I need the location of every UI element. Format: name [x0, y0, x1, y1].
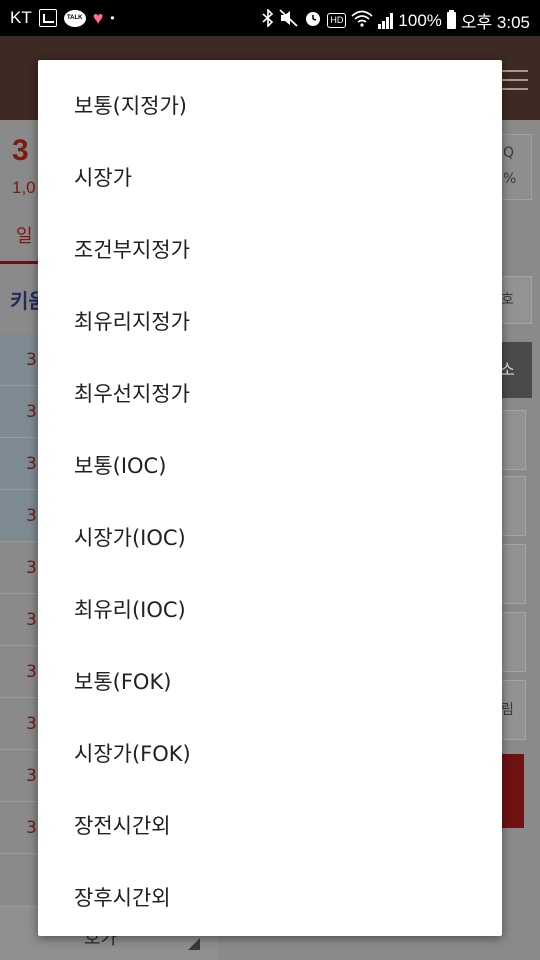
- quote-button[interactable]: 호: [500, 276, 532, 324]
- side-button[interactable]: 림: [500, 680, 526, 740]
- orderbook-row[interactable]: 3: [0, 646, 38, 698]
- chart-app-icon: [38, 9, 57, 27]
- option-top-priority-limit[interactable]: 최우선지정가: [38, 358, 502, 430]
- buy-button[interactable]: [500, 754, 524, 828]
- tab-indicator: [0, 261, 40, 264]
- option-pre-market[interactable]: 장전시간외: [38, 790, 502, 862]
- battery-icon: [446, 10, 456, 29]
- quantity-field[interactable]: [500, 476, 526, 536]
- orderbook-row[interactable]: 3: [0, 594, 38, 646]
- extra-field[interactable]: [500, 612, 526, 672]
- status-bar-left: KT TALK ♥ •: [10, 8, 115, 28]
- option-normal-limit[interactable]: 보통(지정가): [38, 70, 502, 142]
- orderbook-row[interactable]: 3: [0, 698, 38, 750]
- market-info-pct: %: [503, 171, 517, 187]
- tab-daily[interactable]: 일: [16, 222, 33, 248]
- kakaotalk-icon: TALK: [63, 9, 86, 27]
- hd-voice-icon: HD: [327, 13, 347, 28]
- battery-percent: 100%: [398, 10, 442, 30]
- orderbook-row[interactable]: 3: [0, 438, 38, 490]
- option-market-fok[interactable]: 시장가(FOK): [38, 718, 502, 790]
- price-field[interactable]: [500, 544, 526, 604]
- orderbook-row[interactable]: 3: [0, 542, 38, 594]
- wifi-icon: [351, 9, 373, 32]
- orderbook-row[interactable]: 3: [0, 386, 38, 438]
- order-field[interactable]: [500, 410, 526, 470]
- market-info-label: Q: [503, 145, 515, 161]
- orderbook-row[interactable]: 3: [0, 802, 38, 854]
- status-bar-right: HD 100% 오후 3:05: [262, 8, 530, 33]
- option-normal-ioc[interactable]: 보통(IOC): [38, 430, 502, 502]
- market-info-box: Q %: [500, 134, 532, 200]
- option-normal-fok[interactable]: 보통(FOK): [38, 646, 502, 718]
- status-bar: KT TALK ♥ • HD 100% 오후 3:05: [0, 0, 540, 36]
- mute-icon: [279, 9, 299, 32]
- orderbook-row[interactable]: 3: [0, 750, 38, 802]
- option-market-ioc[interactable]: 시장가(IOC): [38, 502, 502, 574]
- dropdown-triangle-icon: [188, 938, 200, 950]
- option-best-limit[interactable]: 최유리지정가: [38, 286, 502, 358]
- orderbook-row[interactable]: 3: [0, 490, 38, 542]
- option-market[interactable]: 시장가: [38, 142, 502, 214]
- heart-icon: ♥: [92, 8, 104, 28]
- orderbook-list: 3 3 3 3 3 3 3 3 3 3: [0, 334, 38, 854]
- hamburger-menu-icon[interactable]: [502, 70, 528, 97]
- alarm-icon: [304, 9, 322, 32]
- current-price: 3: [12, 134, 29, 167]
- cancel-button[interactable]: 소: [500, 342, 532, 398]
- option-best-ioc[interactable]: 최유리(IOC): [38, 574, 502, 646]
- option-after-hours[interactable]: 장후시간외: [38, 862, 502, 934]
- bluetooth-icon: [262, 8, 274, 32]
- more-notifications-icon: •: [110, 11, 115, 25]
- price-change: 1,0: [12, 178, 36, 197]
- signal-icon: [378, 12, 394, 29]
- carrier-label: KT: [10, 8, 32, 27]
- order-type-dropdown: 보통(지정가) 시장가 조건부지정가 최유리지정가 최우선지정가 보통(IOC)…: [38, 60, 502, 936]
- option-conditional-limit[interactable]: 조건부지정가: [38, 214, 502, 286]
- orderbook-row[interactable]: 3: [0, 334, 38, 386]
- clock: 오후 3:05: [460, 13, 530, 32]
